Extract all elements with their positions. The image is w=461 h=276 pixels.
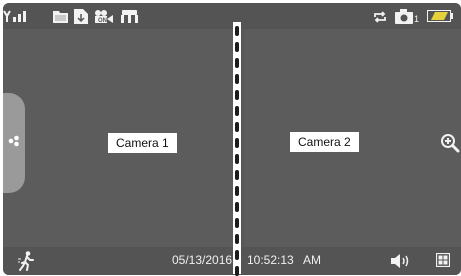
ampm-text: AM xyxy=(303,253,321,267)
network-icon[interactable] xyxy=(119,10,140,24)
zoom-in-icon[interactable] xyxy=(440,133,460,153)
signal-strength-icon xyxy=(3,10,33,23)
divider-dash xyxy=(235,106,239,116)
camera-1-label: Camera 1 xyxy=(108,133,177,153)
divider-dash xyxy=(235,218,239,228)
svg-text:ON: ON xyxy=(98,18,107,23)
divider-dash xyxy=(235,202,239,212)
folder-icon[interactable] xyxy=(53,10,68,23)
divider-dash xyxy=(235,170,239,180)
date-text: 05/13/2016 xyxy=(172,253,233,267)
bottom-bar: 05/13/2016 10:52:13 AM xyxy=(3,247,461,275)
divider-dash xyxy=(235,250,239,260)
divider-dash xyxy=(235,266,239,276)
menu-dots-icon xyxy=(8,135,20,147)
divider-dash xyxy=(235,138,239,148)
divider-dash xyxy=(235,26,239,36)
divider-dash xyxy=(235,186,239,196)
pane-divider[interactable] xyxy=(233,22,241,276)
divider-dash xyxy=(235,74,239,84)
speaker-icon[interactable] xyxy=(391,253,413,269)
divider-dash xyxy=(235,154,239,164)
camera-snapshot-icon[interactable] xyxy=(395,9,413,24)
device-screen: ON 1 Camera 1 Camera 2 05/13/2016 10:52:… xyxy=(3,3,461,275)
camera-2-label: Camera 2 xyxy=(290,132,359,152)
status-bar: ON 1 xyxy=(3,3,461,29)
divider-dash xyxy=(235,42,239,52)
video-camera-icon[interactable]: ON xyxy=(94,10,114,23)
time-text: 10:52:13 xyxy=(247,253,294,267)
divider-dash xyxy=(235,58,239,68)
battery-icon xyxy=(427,10,453,22)
divider-dash xyxy=(235,234,239,244)
divider-dash xyxy=(235,90,239,100)
motion-detection-icon[interactable] xyxy=(18,251,36,271)
camera-count-label: 1 xyxy=(414,14,420,24)
grid-layout-icon[interactable] xyxy=(436,253,450,267)
divider-dash xyxy=(235,122,239,132)
side-menu-handle[interactable] xyxy=(3,93,25,193)
document-icon[interactable] xyxy=(74,9,88,24)
repeat-icon[interactable] xyxy=(373,11,387,23)
